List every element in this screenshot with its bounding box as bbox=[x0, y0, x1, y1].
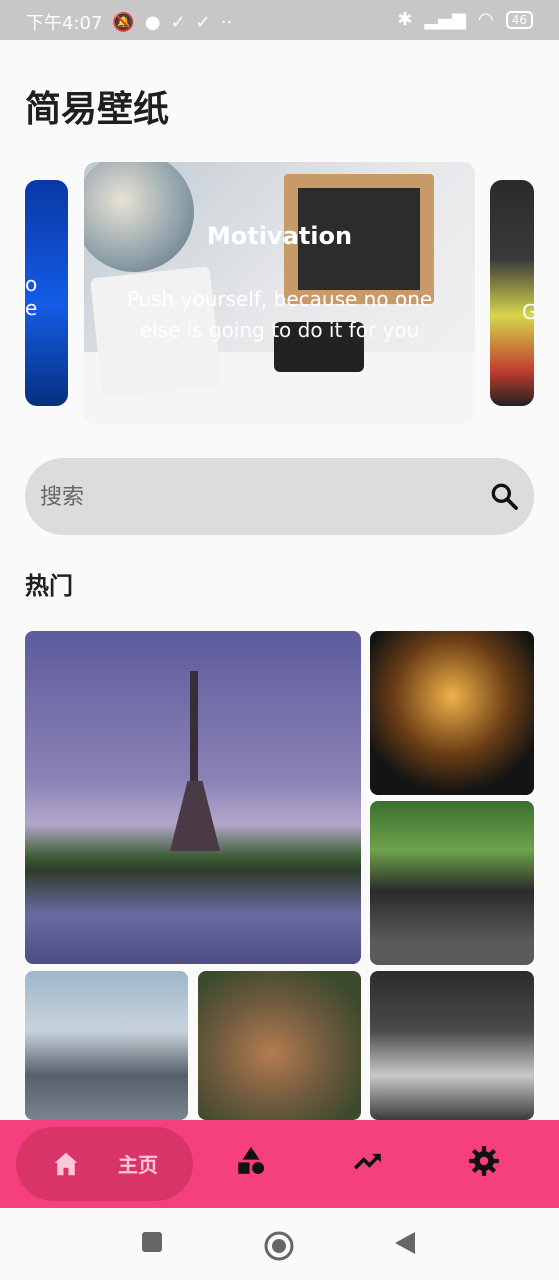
check-icon: ✓ bbox=[195, 11, 211, 33]
carousel-card-next-label: G bbox=[522, 300, 534, 324]
nav-home-label: 主页 bbox=[118, 1153, 158, 1177]
carousel-card-main[interactable]: Motivation Push yourself, because no one… bbox=[84, 162, 475, 424]
globe-image bbox=[84, 162, 194, 272]
wifi-icon: ◠ bbox=[478, 9, 494, 30]
signal-icon: ▂▄▆ bbox=[424, 9, 466, 30]
system-navigation-bar bbox=[0, 1208, 559, 1280]
page-title: 简易壁纸 bbox=[25, 89, 170, 130]
mute-icon: 🔕 bbox=[112, 11, 135, 33]
trending-icon[interactable] bbox=[351, 1144, 385, 1178]
wallpaper-girl-bubbles[interactable] bbox=[370, 971, 534, 1120]
status-bar: 下午4:07 🔕 ● ✓ ✓ ·· ✱ ▂▄▆ ◠ 46 bbox=[0, 0, 559, 40]
recent-apps-icon[interactable] bbox=[140, 1230, 164, 1254]
bottom-navigation: 主页 bbox=[0, 1120, 559, 1208]
featured-carousel[interactable]: o e Motivation Push yourself, because no… bbox=[25, 160, 534, 426]
back-icon[interactable] bbox=[393, 1230, 417, 1256]
message-icon: ● bbox=[144, 11, 161, 33]
search-icon[interactable] bbox=[488, 480, 520, 512]
wallpaper-motorcycle[interactable] bbox=[370, 801, 534, 965]
home-icon bbox=[54, 1152, 78, 1176]
carousel-card-next[interactable]: G bbox=[490, 180, 534, 406]
search-bar[interactable] bbox=[25, 458, 534, 535]
category-icon[interactable] bbox=[234, 1144, 268, 1178]
home-system-icon[interactable] bbox=[263, 1230, 295, 1262]
carousel-card-title: Motivation bbox=[206, 222, 353, 250]
wallpaper-city-tower[interactable] bbox=[25, 971, 188, 1120]
battery-indicator: 46 bbox=[505, 10, 533, 29]
eiffel-tower-base-shape bbox=[170, 781, 220, 851]
search-input[interactable] bbox=[38, 478, 462, 516]
check-icon: ✓ bbox=[170, 11, 186, 33]
carousel-card-prev-label: o e bbox=[25, 272, 38, 320]
bluetooth-icon: ✱ bbox=[397, 9, 413, 30]
settings-icon[interactable] bbox=[467, 1144, 501, 1178]
wallpaper-rabbit[interactable] bbox=[198, 971, 361, 1120]
wallpaper-eiffel-tower[interactable] bbox=[25, 631, 361, 964]
section-title-popular: 热门 bbox=[25, 572, 73, 600]
carousel-card-prev[interactable]: o e bbox=[25, 180, 68, 406]
wallpaper-concert-lights[interactable] bbox=[370, 631, 534, 795]
more-icon: ·· bbox=[220, 11, 233, 33]
status-time: 下午4:07 bbox=[26, 13, 103, 34]
nav-home-button[interactable]: 主页 bbox=[16, 1127, 193, 1201]
carousel-card-subtitle: Push yourself, because no one else is go… bbox=[126, 287, 433, 342]
